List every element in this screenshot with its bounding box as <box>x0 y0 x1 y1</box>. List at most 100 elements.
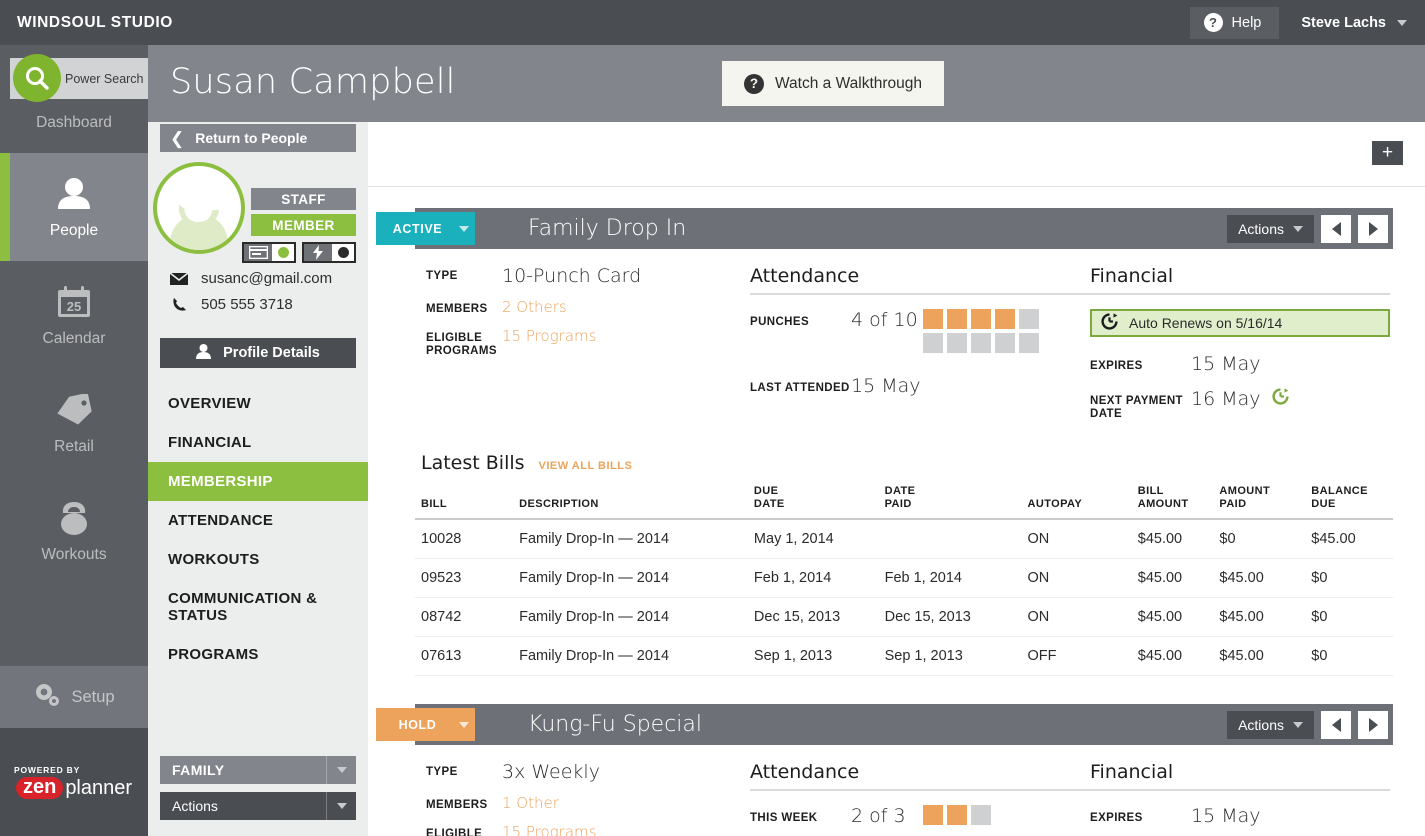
panel-nav-overview[interactable]: OVERVIEW <box>148 384 368 423</box>
members-value-link[interactable]: 2 Others <box>502 298 567 316</box>
app-root: WINDSOUL STUDIO ? Help Steve Lachs Dashb… <box>0 0 1425 836</box>
panel-nav-attendance[interactable]: ATTENDANCE <box>148 501 368 540</box>
cell-bill-amount: $45.00 <box>1138 637 1220 676</box>
card-actions-button[interactable]: Actions <box>1227 711 1314 739</box>
family-dropdown[interactable]: FAMILY <box>160 756 356 784</box>
view-all-bills-link[interactable]: VIEW ALL BILLS <box>539 460 633 472</box>
watch-walkthrough-button[interactable]: ? Watch a Walkthrough <box>722 61 944 106</box>
profile-details-button[interactable]: Profile Details <box>160 338 356 368</box>
user-name: Steve Lachs <box>1301 15 1386 31</box>
table-row[interactable]: 09523Family Drop-In — 2014Feb 1, 2014Feb… <box>415 559 1393 598</box>
sidebar-item-people[interactable]: People <box>0 153 148 261</box>
email-row[interactable]: susanc@gmail.com <box>170 270 332 287</box>
members-key: MEMBERS <box>426 298 502 316</box>
panel-nav-workouts[interactable]: WORKOUTS <box>148 540 368 579</box>
next-membership-button[interactable] <box>1358 215 1388 243</box>
chevron-left-icon <box>1332 718 1341 732</box>
help-label: Help <box>1232 15 1262 31</box>
lightning-toggle[interactable] <box>302 242 356 263</box>
latest-bills-section: Latest Bills VIEW ALL BILLS BILL DESCRIP… <box>415 452 1393 676</box>
sidebar-item-workouts[interactable]: Workouts <box>0 477 148 585</box>
chevron-down-icon <box>1293 722 1303 728</box>
cell-amount-paid: $45.00 <box>1219 598 1311 637</box>
cell-date-paid: Dec 15, 2013 <box>885 598 1028 637</box>
financial-column: Financial EXPIRES 15 May NEXT PAYMENT DA… <box>1090 761 1390 836</box>
type-value: 3x Weekly <box>502 761 600 783</box>
divider <box>750 293 1090 295</box>
status-badge[interactable]: HOLD <box>376 708 475 741</box>
sidebar-item-setup[interactable]: Setup <box>0 666 148 728</box>
col-due-date: DUEDATE <box>754 485 885 519</box>
punch-cell <box>971 805 991 825</box>
punch-cell <box>923 805 943 825</box>
panel-nav-communication-status[interactable]: COMMUNICATION & STATUS <box>148 579 368 635</box>
person-icon <box>57 174 91 214</box>
eligible-programs-value-link[interactable]: 15 Programs <box>502 327 596 358</box>
membership-card: ACTIVE Family Drop In Actions TYPE <box>415 208 1393 434</box>
punch-cell <box>971 309 991 329</box>
prev-membership-button[interactable] <box>1321 215 1351 243</box>
membership-card: HOLD Kung-Fu Special Actions TYPE <box>415 704 1393 836</box>
status-badge[interactable]: ACTIVE <box>376 212 475 245</box>
prev-membership-button[interactable] <box>1321 711 1351 739</box>
avatar-row: STAFF MEMBER <box>148 162 368 260</box>
financial-column: Financial Auto Renews on 5/16/14 EXPIRES… <box>1090 265 1390 434</box>
main-content: + ACTIVE Family Drop In Actions <box>368 122 1425 836</box>
eligible-programs-value-link[interactable]: 15 Programs <box>502 823 596 836</box>
chevron-down-icon <box>453 722 475 728</box>
actions-dropdown[interactable]: Actions <box>160 792 356 820</box>
members-value-link[interactable]: 1 Other <box>502 794 559 812</box>
credit-card-toggle[interactable] <box>242 242 296 263</box>
status-badge-staff[interactable]: STAFF <box>251 188 356 210</box>
family-label: FAMILY <box>160 762 326 778</box>
walkthrough-label: Watch a Walkthrough <box>775 75 922 93</box>
attendance-column: Attendance THIS WEEK 2 of 3 <box>750 761 1090 836</box>
tag-icon <box>55 390 93 430</box>
status-badge-member[interactable]: MEMBER <box>251 214 356 236</box>
phone-row[interactable]: 505 555 3718 <box>170 296 293 313</box>
powered-by-label: POWERED BY <box>14 765 80 775</box>
sidebar-item-retail[interactable]: Retail <box>0 369 148 477</box>
cell-bill-amount: $45.00 <box>1138 519 1220 559</box>
power-search[interactable]: Power Search <box>10 58 148 99</box>
chevron-left-icon <box>1332 222 1341 236</box>
return-to-people-button[interactable]: ❮ Return to People <box>160 124 356 152</box>
punch-grid <box>923 805 1043 825</box>
status-badge-label: ACTIVE <box>376 222 453 236</box>
table-row[interactable]: 10028Family Drop-In — 2014May 1, 2014ON$… <box>415 519 1393 559</box>
sidebar-item-calendar[interactable]: 25 Calendar <box>0 261 148 369</box>
cell-balance-due: $45.00 <box>1311 519 1393 559</box>
punch-cell <box>947 309 967 329</box>
help-button[interactable]: ? Help <box>1190 7 1280 39</box>
punch-cell <box>923 333 943 353</box>
cell-balance-due: $0 <box>1311 637 1393 676</box>
cell-due-date: Sep 1, 2013 <box>754 637 885 676</box>
attendance-title: Attendance <box>750 265 1090 293</box>
members-row: MEMBERS 2 Others <box>426 298 750 316</box>
setup-label: Setup <box>71 688 114 707</box>
chevron-down-icon <box>453 226 475 232</box>
table-row[interactable]: 07613Family Drop-In — 2014Sep 1, 2013Sep… <box>415 637 1393 676</box>
next-membership-button[interactable] <box>1358 711 1388 739</box>
this-week-value: 2 of 3 <box>851 805 923 827</box>
panel-nav-programs[interactable]: PROGRAMS <box>148 635 368 674</box>
members-key: MEMBERS <box>426 794 502 812</box>
last-attended-row: LAST ATTENDED 15 May <box>750 375 1090 397</box>
user-menu[interactable]: Steve Lachs <box>1301 15 1407 31</box>
table-row[interactable]: 08742Family Drop-In — 2014Dec 15, 2013De… <box>415 598 1393 637</box>
card-actions-button[interactable]: Actions <box>1227 215 1314 243</box>
add-membership-button[interactable]: + <box>1372 141 1403 165</box>
financial-title: Financial <box>1090 761 1390 789</box>
chevron-right-icon <box>1369 222 1378 236</box>
col-bill-amount: BILLAMOUNT <box>1138 485 1220 519</box>
expires-row: EXPIRES 15 May <box>1090 805 1390 827</box>
phone-icon <box>170 297 188 312</box>
type-key: TYPE <box>426 761 502 783</box>
panel-nav-financial[interactable]: FINANCIAL <box>148 423 368 462</box>
last-attended-value: 15 May <box>851 375 923 397</box>
cell-description: Family Drop-In — 2014 <box>519 637 754 676</box>
avatar <box>153 162 245 254</box>
panel-footer: FAMILY Actions <box>160 756 356 828</box>
cell-balance-due: $0 <box>1311 559 1393 598</box>
panel-nav-membership[interactable]: MEMBERSHIP <box>148 462 368 501</box>
